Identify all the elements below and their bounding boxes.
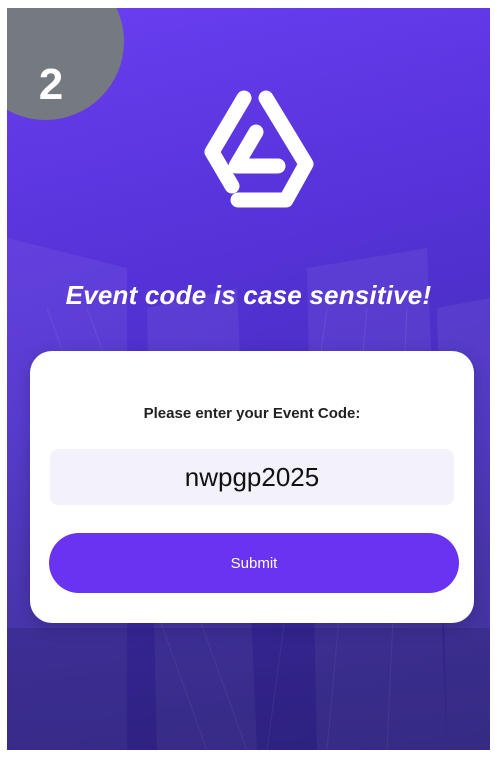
app-screen: 2 Event code is case sensitive! Please e…: [7, 8, 490, 750]
case-sensitive-notice: Event code is case sensitive!: [65, 280, 432, 310]
event-code-card: Please enter your Event Code: Submit: [30, 351, 474, 623]
brand-logo-icon: [204, 90, 314, 208]
step-number: 2: [38, 60, 64, 109]
submit-button[interactable]: Submit: [49, 533, 459, 593]
event-code-input[interactable]: [50, 449, 454, 505]
event-code-label: Please enter your Event Code:: [143, 405, 361, 422]
